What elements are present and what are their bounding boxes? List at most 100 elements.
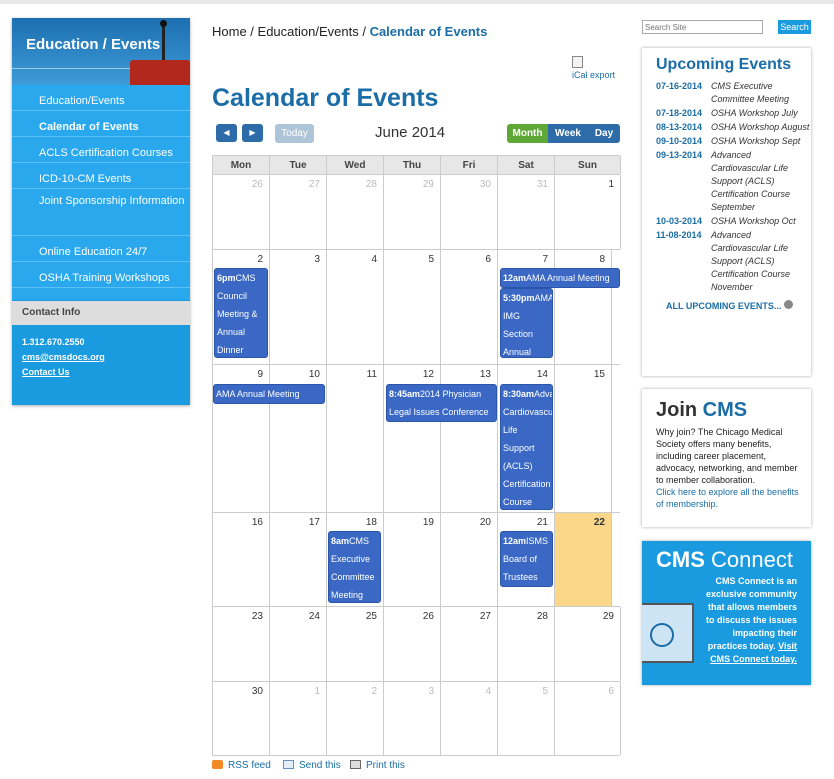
rss-feed-link[interactable]: RSS feed — [212, 760, 271, 771]
day-cell[interactable]: 29 — [555, 607, 621, 681]
day-cell[interactable]: 30 — [213, 682, 270, 755]
event-date: 10-03-2014 — [656, 216, 703, 226]
cms-seal-icon — [650, 623, 674, 647]
cms-connect-text: CMS Connect is an exclusive community th… — [702, 575, 797, 666]
sidebar-item-education-events[interactable]: Education/Events — [12, 85, 190, 111]
day-cell[interactable]: 26 — [213, 175, 270, 249]
contact-info: 1.312.670.2550 cms@cmsdocs.org Contact U… — [12, 325, 190, 390]
day-cell[interactable]: 1 — [555, 175, 621, 249]
event-title: CMS Council Meeting & Annual Dinner — [217, 273, 258, 355]
next-month-button[interactable]: ▶ — [242, 124, 263, 142]
event-time: 8am — [331, 536, 350, 546]
sidebar-item-joint-sponsorship[interactable]: Joint Sponsorship Information — [12, 189, 190, 236]
day-cell[interactable]: 27 — [270, 175, 327, 249]
day-cell[interactable]: 3 — [270, 250, 327, 364]
day-cell[interactable]: 11 — [327, 365, 384, 512]
upcoming-event-item[interactable]: 09-10-2014 OSHA Workshop Sept — [656, 135, 811, 148]
day-cell[interactable]: 28 — [498, 607, 555, 681]
sidebar-item-online-education[interactable]: Online Education 24/7 — [12, 236, 190, 262]
calendar-event[interactable]: 5:30pmAMA IMG Section Annual Meeting — [500, 288, 553, 358]
view-day-button[interactable]: Day — [588, 124, 620, 143]
day-cell[interactable]: 29 — [384, 175, 441, 249]
calendar-event[interactable]: AMA Annual Meeting — [213, 384, 325, 404]
day-cell[interactable]: 31 — [498, 175, 555, 249]
podium-image — [130, 60, 190, 85]
day-cell[interactable]: 3 — [384, 682, 441, 755]
event-date: 09-13-2014 — [656, 150, 703, 160]
day-cell[interactable]: 4 — [327, 250, 384, 364]
day-cell-today[interactable]: 22 — [555, 513, 612, 606]
email-link[interactable]: cms@cmsdocs.org — [22, 352, 105, 362]
day-cell[interactable]: 30 — [441, 175, 498, 249]
sidebar-nav: Education/Events Calendar of Events ACLS… — [12, 85, 190, 288]
calendar-event[interactable]: 8amCMS Executive Committee Meeting — [328, 531, 381, 603]
calendar-event[interactable]: 8:30amAdvanced Cardiovascular Life Suppo… — [500, 384, 553, 510]
prev-month-button[interactable]: ◀ — [216, 124, 237, 142]
search-button[interactable]: Search — [778, 20, 811, 34]
day-cell[interactable]: 23 — [213, 607, 270, 681]
today-button[interactable]: Today — [275, 124, 314, 143]
day-cell[interactable]: 27 — [441, 607, 498, 681]
day-cell[interactable]: 6 — [555, 682, 621, 755]
send-this-link[interactable]: Send this — [283, 760, 341, 771]
calendar-event[interactable]: 8:45am2014 Physician Legal Issues Confer… — [386, 384, 497, 422]
event-time: 5:30pm — [503, 293, 535, 303]
breadcrumb-section[interactable]: Education/Events — [258, 24, 359, 39]
event-title: OSHA Workshop Sept — [711, 136, 801, 146]
upcoming-event-item[interactable]: 09-13-2014 Advanced Cardiovascular Life S… — [656, 149, 811, 214]
day-cell[interactable]: 28 — [327, 175, 384, 249]
sidebar-item-icd10[interactable]: ICD-10-CM Events — [12, 163, 190, 189]
day-cell[interactable]: 2 — [327, 682, 384, 755]
day-cell[interactable]: 1 — [270, 682, 327, 755]
cms-connect-title: CMS Connect — [656, 547, 811, 573]
sidebar-item-osha[interactable]: OSHA Training Workshops — [12, 262, 190, 288]
calendar-event[interactable]: 12amAMA Annual Meeting — [500, 268, 620, 288]
sidebar-header: Education / Events — [12, 18, 190, 85]
upcoming-event-item[interactable]: 10-03-2014 OSHA Workshop Oct — [656, 215, 811, 228]
weekday-wed: Wed — [327, 156, 384, 174]
breadcrumb-home[interactable]: Home — [212, 24, 247, 39]
sidebar-title: Education / Events — [26, 36, 161, 53]
day-cell[interactable]: 15 — [555, 365, 612, 512]
day-cell[interactable]: 20 — [441, 513, 498, 606]
calendar-week: 26 27 28 29 30 31 1 — [213, 175, 621, 250]
calendar-file-icon — [572, 56, 583, 68]
day-cell[interactable]: 5 — [498, 682, 555, 755]
day-cell[interactable]: 26 — [384, 607, 441, 681]
calendar-event[interactable]: 12amISMS Board of Trustees — [500, 531, 553, 587]
all-upcoming-events-link[interactable]: ALL UPCOMING EVENTS... — [666, 300, 811, 311]
day-cell[interactable]: 17 — [270, 513, 327, 606]
calendar-week: 30 1 2 3 4 5 6 — [213, 682, 621, 756]
sidebar-item-acls[interactable]: ACLS Certification Courses — [12, 137, 190, 163]
upcoming-event-item[interactable]: 07-16-2014 CMS Executive Committee Meetin… — [656, 80, 811, 106]
event-time: 6pm — [217, 273, 236, 283]
view-week-button[interactable]: Week — [548, 124, 588, 143]
search-input[interactable] — [642, 20, 763, 34]
weekday-thu: Thu — [384, 156, 441, 174]
day-cell[interactable]: 25 — [327, 607, 384, 681]
membership-benefits-link[interactable]: Click here to explore all the benefits o… — [656, 486, 801, 510]
cms-connect-box: CMS Connect CMS Connect is an exclusive … — [642, 541, 811, 685]
print-this-link[interactable]: Print this — [350, 760, 405, 771]
all-events-label: ALL UPCOMING EVENTS... — [666, 301, 782, 311]
upcoming-event-item[interactable]: 08-13-2014 OSHA Workshop August — [656, 121, 811, 134]
event-time: 8:45am — [389, 389, 421, 399]
day-cell[interactable]: 4 — [441, 682, 498, 755]
calendar-event[interactable]: 6pmCMS Council Meeting & Annual Dinner — [214, 268, 268, 358]
day-cell[interactable]: 19 — [384, 513, 441, 606]
page-title: Calendar of Events — [212, 84, 439, 112]
calendar-week: 16 17 18 19 20 21 22 8amCMS Executive Co… — [213, 513, 620, 607]
breadcrumb-sep: / — [358, 24, 370, 39]
upcoming-event-item[interactable]: 07-18-2014 OSHA Workshop July — [656, 107, 811, 120]
day-cell[interactable]: 6 — [441, 250, 498, 364]
day-cell[interactable]: 24 — [270, 607, 327, 681]
day-cell[interactable]: 16 — [213, 513, 270, 606]
upcoming-event-item[interactable]: 11-08-2014 Advanced Cardiovascular Life S… — [656, 229, 811, 294]
sidebar-item-calendar[interactable]: Calendar of Events — [12, 111, 190, 137]
ical-export-link[interactable]: iCal export — [572, 56, 615, 80]
day-cell[interactable]: 5 — [384, 250, 441, 364]
view-month-button[interactable]: Month — [507, 124, 548, 143]
event-date: 08-13-2014 — [656, 122, 703, 132]
weekday-sun: Sun — [555, 156, 621, 174]
contact-us-link[interactable]: Contact Us — [22, 367, 70, 377]
